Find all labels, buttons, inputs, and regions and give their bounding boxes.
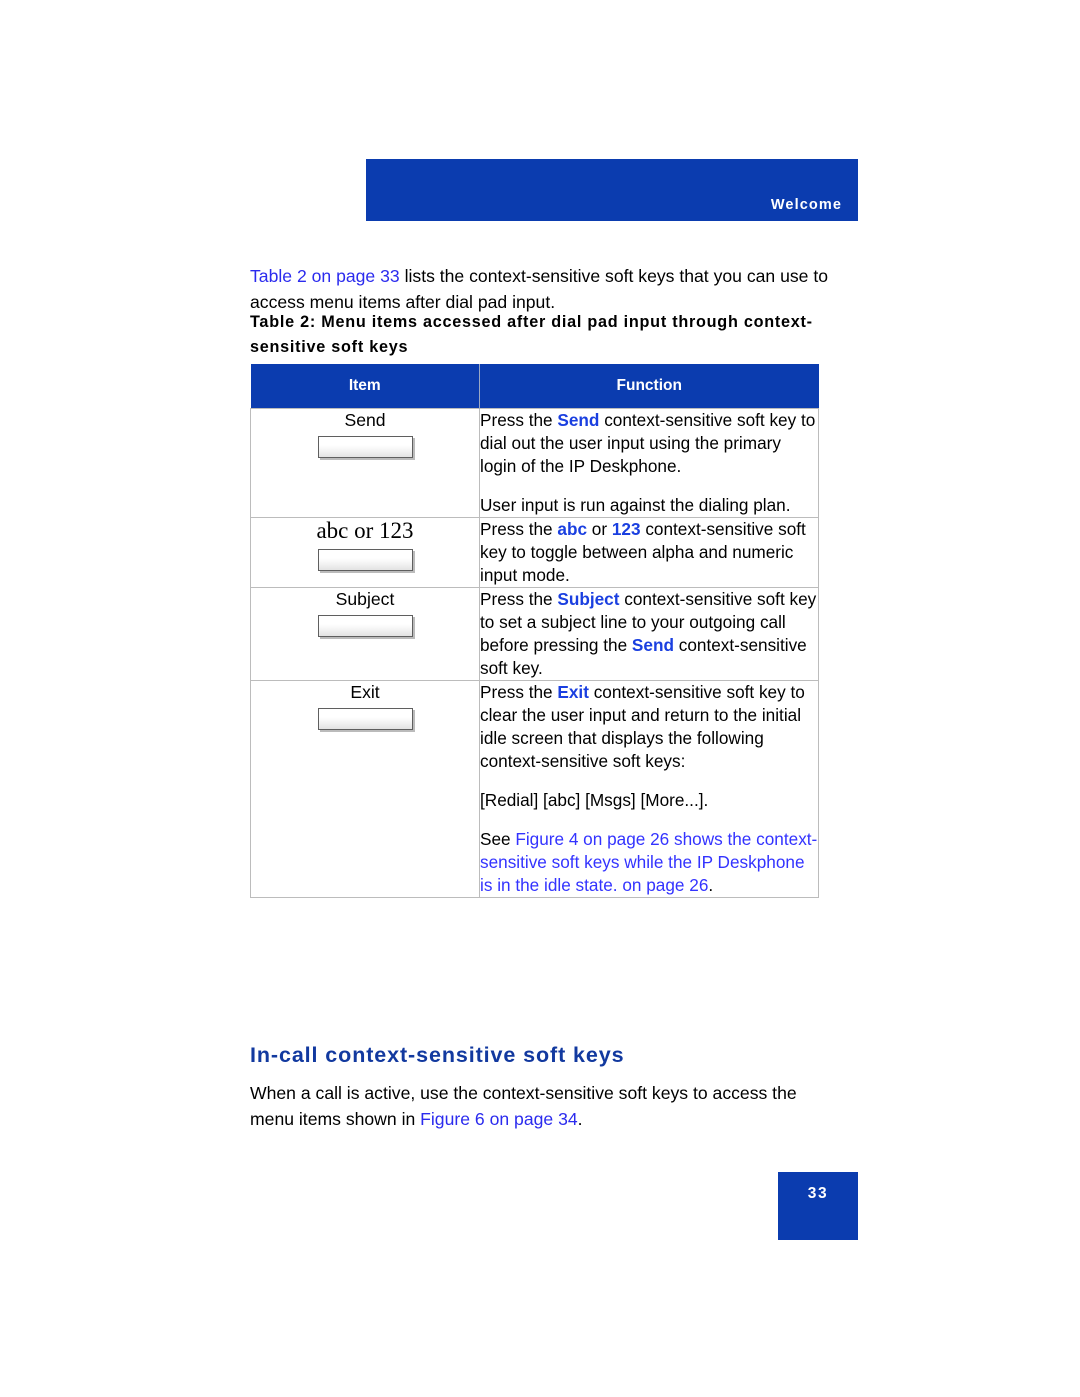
function-text: User input is run against the dialing pl… bbox=[480, 495, 791, 515]
table-cell-item: Send bbox=[250, 408, 480, 518]
function-text: . bbox=[708, 875, 714, 895]
table-cell-item: Exit bbox=[250, 680, 480, 898]
figure-6-cross-reference-link[interactable]: Figure 6 on page 34 bbox=[420, 1109, 578, 1129]
soft-key-button-icon bbox=[317, 436, 413, 458]
function-paragraph: Press the Exit context-sensitive soft ke… bbox=[480, 681, 818, 773]
section-heading-in-call-soft-keys: In-call context-sensitive soft keys bbox=[250, 1042, 625, 1067]
menu-items-table: Item Function Send Press the Send context… bbox=[250, 364, 819, 898]
soft-key-button-icon bbox=[317, 615, 413, 637]
function-paragraph: [Redial] [abc] [Msgs] [More...]. bbox=[480, 789, 818, 812]
running-header-banner: Welcome bbox=[366, 159, 858, 221]
table-row: Subject Press the Subject context-sensiti… bbox=[250, 587, 819, 681]
table-row: Send Press the Send context-sensitive sof… bbox=[250, 408, 819, 518]
soft-key-keyword: Send bbox=[631, 635, 674, 655]
table-2-cross-reference-link[interactable]: Table 2 on page 33 bbox=[250, 266, 400, 286]
table-header: Item Function bbox=[250, 364, 819, 409]
function-text: Press the bbox=[480, 589, 558, 609]
column-header-function: Function bbox=[479, 364, 819, 409]
soft-key-keyword: abc bbox=[557, 519, 588, 539]
table-cell-function: Press the Send context-sensitive soft ke… bbox=[479, 408, 819, 518]
intro-paragraph: Table 2 on page 33 lists the context-sen… bbox=[250, 263, 830, 315]
soft-key-keyword: Send bbox=[557, 410, 600, 430]
section-paragraph-suffix: . bbox=[577, 1108, 583, 1129]
table-header-row: Item Function bbox=[250, 364, 819, 409]
function-paragraph: Press the Send context-sensitive soft ke… bbox=[480, 409, 818, 478]
function-paragraph: Press the Subject context-sensitive soft… bbox=[480, 588, 818, 680]
table-cell-item: abc or 123 bbox=[250, 517, 480, 588]
page-number-box: 33 bbox=[778, 1172, 858, 1240]
soft-key-name-label: abc or 123 bbox=[316, 518, 414, 543]
table-body: Send Press the Send context-sensitive sof… bbox=[250, 408, 819, 898]
section-paragraph: When a call is active, use the context-s… bbox=[250, 1080, 830, 1132]
table-cell-function: Press the abc or 123 context-sensitive s… bbox=[479, 517, 819, 588]
soft-key-name-label: Subject bbox=[335, 589, 395, 609]
function-text: Press the bbox=[480, 682, 558, 702]
table-cell-item: Subject bbox=[250, 587, 480, 681]
figure-cross-reference-link[interactable]: Figure 4 on page 26 shows the context-se… bbox=[480, 829, 817, 895]
function-text: Press the bbox=[480, 519, 558, 539]
table-cell-function: Press the Exit context-sensitive soft ke… bbox=[479, 680, 819, 898]
table-caption: Table 2: Menu items accessed after dial … bbox=[250, 313, 813, 356]
soft-key-button-icon bbox=[317, 549, 413, 571]
soft-key-name-label: Exit bbox=[350, 682, 380, 702]
running-head-label: Welcome bbox=[770, 197, 842, 213]
function-text: [Redial] [abc] [Msgs] [More...]. bbox=[480, 790, 709, 810]
soft-key-keyword: Exit bbox=[557, 682, 589, 702]
column-header-item: Item bbox=[250, 364, 480, 409]
soft-key-name-label: Send bbox=[344, 410, 386, 430]
function-paragraph: User input is run against the dialing pl… bbox=[480, 494, 818, 517]
function-paragraph: Press the abc or 123 context-sensitive s… bbox=[480, 518, 818, 587]
table-row: abc or 123 Press the abc or 123 context-s… bbox=[250, 517, 819, 588]
document-page: Welcome Table 2 on page 33 lists the con… bbox=[0, 0, 1080, 1397]
table-row: Exit Press the Exit context-sensitive sof… bbox=[250, 680, 819, 898]
soft-key-keyword: Subject bbox=[557, 589, 620, 609]
function-text: See bbox=[480, 829, 516, 849]
function-text: or bbox=[587, 519, 612, 539]
soft-key-button-icon bbox=[317, 708, 413, 730]
soft-key-keyword: 123 bbox=[611, 519, 641, 539]
table-cell-function: Press the Subject context-sensitive soft… bbox=[479, 587, 819, 681]
page-number-label: 33 bbox=[807, 1185, 829, 1202]
function-paragraph: See Figure 4 on page 26 shows the contex… bbox=[480, 828, 818, 897]
function-text: Press the bbox=[480, 410, 558, 430]
